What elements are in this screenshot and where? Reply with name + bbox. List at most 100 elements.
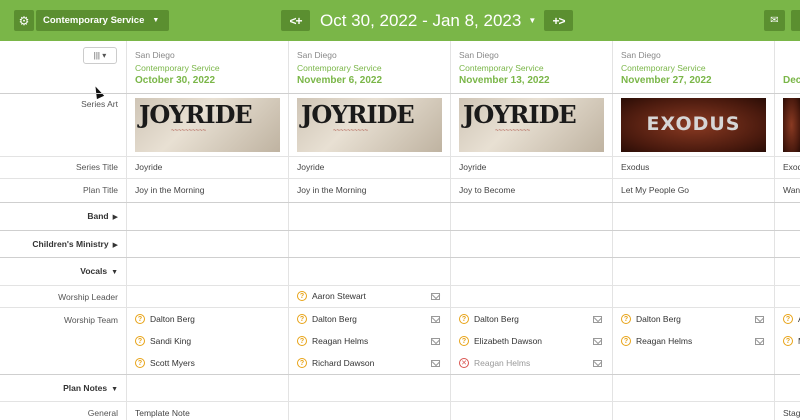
plan-service[interactable]: Contemporary Service bbox=[459, 63, 544, 73]
general-note[interactable]: Stag bbox=[783, 408, 800, 418]
general-note[interactable]: Template Note bbox=[135, 408, 190, 418]
series-art-decoration: ~~~~~~~~~~ bbox=[495, 128, 531, 134]
team-member[interactable]: ? Scott Myers bbox=[135, 356, 195, 370]
worship-leader[interactable]: ? Aaron Stewart bbox=[297, 289, 366, 303]
plan-date[interactable]: November 6, 2022 bbox=[297, 75, 382, 86]
service-type-dropdown[interactable]: Contemporary Service ▼ bbox=[36, 10, 169, 31]
envelope-icon[interactable] bbox=[431, 338, 440, 345]
envelope-icon[interactable] bbox=[431, 316, 440, 323]
team-member[interactable]: ? Reagan Helms bbox=[297, 334, 368, 348]
plan-title[interactable]: Joy in the Morning bbox=[297, 185, 366, 195]
team-member-name: Dalton Berg bbox=[312, 314, 357, 324]
question-circle-icon: ? bbox=[297, 291, 307, 301]
envelope-icon[interactable] bbox=[755, 338, 764, 345]
row-label-worship-leader: Worship Leader bbox=[58, 292, 118, 302]
grid-line bbox=[0, 307, 800, 308]
series-art-image[interactable]: JOYRIDE ~~~~~~~~~~ bbox=[297, 98, 442, 152]
envelope-icon[interactable] bbox=[593, 360, 602, 367]
section-vocals[interactable]: Vocals ▼ bbox=[80, 266, 118, 276]
grid-line bbox=[0, 178, 800, 179]
date-range-dropdown[interactable]: Oct 30, 2022 - Jan 8, 2023 ▼ bbox=[320, 9, 536, 32]
grid-line bbox=[0, 93, 800, 94]
columns-icon: ||| ▾ bbox=[93, 51, 107, 60]
team-member-name: Scott Myers bbox=[150, 358, 195, 368]
team-member[interactable]: ? Dalton Berg bbox=[135, 312, 195, 326]
team-member[interactable]: ? Dalton Berg bbox=[621, 312, 681, 326]
team-member-name: Reagan Helms bbox=[636, 336, 693, 346]
series-art-image[interactable] bbox=[783, 98, 800, 152]
plan-date[interactable]: Dec bbox=[783, 75, 800, 86]
series-title: Exod bbox=[783, 162, 800, 172]
envelope-icon[interactable] bbox=[755, 316, 764, 323]
envelope-icon[interactable] bbox=[593, 316, 602, 323]
section-plan-notes[interactable]: Plan Notes ▼ bbox=[63, 383, 118, 393]
section-band-label: Band bbox=[87, 211, 109, 221]
question-circle-icon: ? bbox=[135, 358, 145, 368]
settings-button[interactable]: ⚙ bbox=[14, 10, 34, 31]
team-member[interactable]: ? Richard Dawson bbox=[297, 356, 374, 370]
plan-title[interactable]: Joy to Become bbox=[459, 185, 515, 195]
team-member-name: Dalton Berg bbox=[636, 314, 681, 324]
team-member[interactable]: ? Dalton Berg bbox=[459, 312, 519, 326]
grid-line bbox=[0, 257, 800, 258]
chevron-right-icon: ▶ bbox=[112, 242, 118, 249]
team-member[interactable]: ? Sandi King bbox=[135, 334, 191, 348]
plan-campus: San Diego bbox=[135, 50, 175, 60]
series-art-text: JOYRIDE bbox=[301, 100, 415, 129]
grid-line bbox=[0, 230, 800, 231]
envelope-icon[interactable] bbox=[593, 338, 602, 345]
top-bar: ⚙ Contemporary Service ▼ <+ Oct 30, 2022… bbox=[0, 0, 800, 41]
row-label-worship-team: Worship Team bbox=[63, 315, 118, 325]
plan-campus: San Diego bbox=[459, 50, 499, 60]
next-label: +> bbox=[552, 13, 565, 28]
team-member-name: Reagan Helms bbox=[474, 358, 531, 368]
series-art-image[interactable]: JOYRIDE ~~~~~~~~~~ bbox=[135, 98, 280, 152]
mouse-cursor-icon bbox=[91, 84, 105, 100]
plan-service[interactable]: Contemporary Service bbox=[297, 63, 382, 73]
question-circle-icon: ? bbox=[297, 314, 307, 324]
chevron-down-icon: ▼ bbox=[111, 386, 118, 393]
chevron-right-icon: ▶ bbox=[112, 214, 118, 221]
series-art-image[interactable]: JOYRIDE ~~~~~~~~~~ bbox=[459, 98, 604, 152]
team-member[interactable]: ?A bbox=[783, 312, 800, 326]
plan-service[interactable]: Contemporary Service bbox=[621, 63, 706, 73]
plan-title[interactable]: Wan bbox=[783, 185, 800, 195]
grid-line bbox=[0, 156, 800, 157]
team-member[interactable]: ? Elizabeth Dawson bbox=[459, 334, 542, 348]
plan-date[interactable]: November 13, 2022 bbox=[459, 75, 550, 86]
section-childrens-ministry[interactable]: Children's Ministry ▶ bbox=[32, 239, 118, 249]
question-circle-icon: ? bbox=[135, 314, 145, 324]
section-vocals-label: Vocals bbox=[80, 266, 108, 276]
team-member-declined[interactable]: ✕ Reagan Helms bbox=[459, 356, 530, 370]
more-button[interactable] bbox=[791, 10, 800, 31]
previous-range-button[interactable]: <+ bbox=[281, 10, 310, 31]
team-member[interactable]: ?M bbox=[783, 334, 800, 348]
email-button[interactable]: ✉ bbox=[764, 10, 785, 31]
plan-title[interactable]: Let My People Go bbox=[621, 185, 689, 195]
plan-date[interactable]: November 27, 2022 bbox=[621, 75, 712, 86]
series-art-decoration: ~~~~~~~~~~ bbox=[171, 128, 207, 134]
team-member-name: Sandi King bbox=[150, 336, 192, 346]
row-label-series-title: Series Title bbox=[75, 162, 118, 172]
series-art-image[interactable]: EXODUS bbox=[621, 98, 766, 152]
question-circle-icon: ? bbox=[297, 358, 307, 368]
plan-service[interactable]: Contemporary Service bbox=[135, 63, 220, 73]
plan-title[interactable]: Joy in the Morning bbox=[135, 185, 204, 195]
section-band[interactable]: Band ▶ bbox=[87, 211, 118, 221]
columns-toggle-button[interactable]: ||| ▾ bbox=[83, 47, 117, 64]
next-range-button[interactable]: +> bbox=[544, 10, 573, 31]
question-circle-icon: ? bbox=[621, 336, 631, 346]
plan-campus: San Diego bbox=[297, 50, 337, 60]
question-circle-icon: ? bbox=[621, 314, 631, 324]
plan-date[interactable]: October 30, 2022 bbox=[135, 75, 215, 86]
envelope-icon[interactable] bbox=[431, 360, 440, 367]
team-member[interactable]: ? Reagan Helms bbox=[621, 334, 692, 348]
chevron-down-icon: ▼ bbox=[111, 269, 118, 276]
team-member[interactable]: ? Dalton Berg bbox=[297, 312, 357, 326]
envelope-icon[interactable] bbox=[431, 293, 440, 300]
worship-leader-name: Aaron Stewart bbox=[312, 291, 366, 301]
series-title: Joyride bbox=[297, 162, 325, 172]
team-member-name: Dalton Berg bbox=[150, 314, 195, 324]
question-circle-icon: ? bbox=[135, 336, 145, 346]
chevron-down-icon: ▼ bbox=[528, 16, 537, 25]
